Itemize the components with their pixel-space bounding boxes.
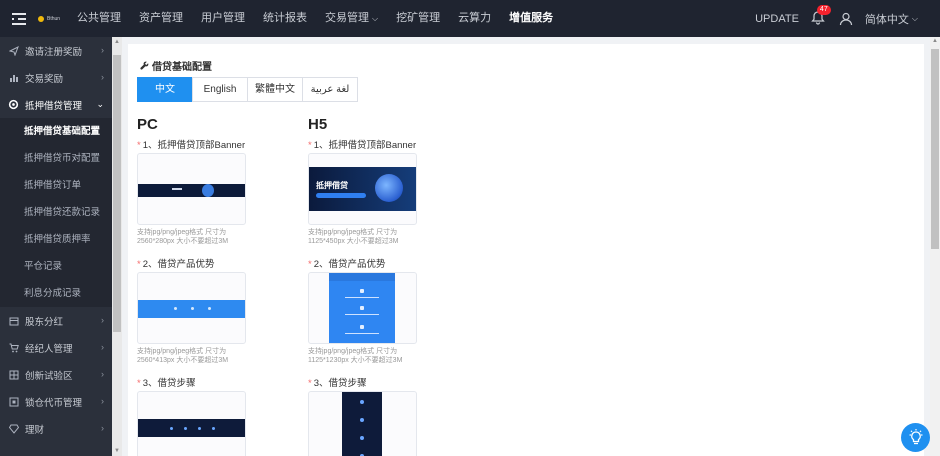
pc-steps-preview bbox=[138, 419, 245, 437]
sidebar-item-innovation-zone[interactable]: 创新试验区 › bbox=[0, 361, 112, 388]
diamond-icon bbox=[8, 423, 19, 434]
header-actions: UPDATE 47 简体中文 ⌵ bbox=[755, 0, 940, 37]
notification-bell[interactable]: 47 bbox=[811, 4, 831, 27]
sidebar-subitem-liquidation[interactable]: 平仓记录 bbox=[0, 253, 112, 280]
chevron-right-icon: › bbox=[101, 342, 104, 352]
pc-steps-upload[interactable] bbox=[137, 391, 246, 456]
chevron-right-icon: › bbox=[101, 45, 104, 55]
h5-advantage-field: * 2、借贷产品优势 支持jpg/png/jpeg格式 尺寸为1125*1230p… bbox=[308, 256, 418, 365]
language-tabs: 中文 English 繁體中文 لغة عربية bbox=[137, 77, 358, 102]
sidebar-subitem-pair-config[interactable]: 抵押借贷币对配置 bbox=[0, 145, 112, 172]
nav-item-users[interactable]: 用户管理 bbox=[192, 0, 254, 37]
scroll-up-icon[interactable]: ▲ bbox=[114, 39, 120, 45]
menu-toggle-icon[interactable] bbox=[0, 0, 38, 37]
cart-icon bbox=[8, 342, 19, 353]
logo-text: Bthun bbox=[47, 15, 61, 22]
scroll-up-icon[interactable]: ▲ bbox=[932, 38, 938, 44]
top-navbar: Bthun 公共管理 资产管理 用户管理 统计报表 交易管理 ⌵ 挖矿管理 云算力… bbox=[0, 0, 940, 37]
notification-badge: 47 bbox=[816, 4, 831, 15]
send-icon bbox=[8, 45, 19, 56]
lightbulb-icon bbox=[909, 428, 922, 444]
h5-advantage-upload[interactable] bbox=[308, 272, 417, 344]
scroll-down-icon[interactable]: ▼ bbox=[114, 448, 120, 454]
chevron-right-icon: › bbox=[101, 315, 104, 325]
h5-banner-upload[interactable]: 抵押借贷 bbox=[308, 153, 417, 225]
nav-item-reports[interactable]: 统计报表 bbox=[254, 0, 316, 37]
sidebar-item-locked-tokens[interactable]: 锁仓代币管理 › bbox=[0, 388, 112, 415]
chevron-down-icon: ⌵ bbox=[372, 14, 379, 23]
sidebar-item-collateral-loan[interactable]: 抵押借贷管理 ⌄ bbox=[0, 91, 112, 118]
update-button[interactable]: UPDATE bbox=[755, 13, 799, 25]
grid-icon bbox=[8, 369, 19, 380]
top-nav: 公共管理 资产管理 用户管理 统计报表 交易管理 ⌵ 挖矿管理 云算力 增值服务 bbox=[68, 0, 562, 37]
tab-zh-tw[interactable]: 繁體中文 bbox=[247, 77, 303, 102]
chevron-right-icon: › bbox=[101, 423, 104, 433]
user-icon[interactable] bbox=[839, 12, 853, 26]
help-button[interactable] bbox=[901, 423, 930, 452]
h5-advantage-preview bbox=[329, 273, 395, 343]
lock-icon bbox=[8, 396, 19, 407]
h5-steps-upload[interactable] bbox=[308, 391, 417, 456]
tab-arabic[interactable]: لغة عربية bbox=[302, 77, 358, 102]
upload-hint: 支持jpg/png/jpeg格式 尺寸为2560*280px 大小不要超过3M bbox=[137, 229, 229, 245]
page-title: 借贷基础配置 bbox=[140, 58, 212, 73]
h5-banner-field: * 1、抵押借贷顶部Banner 抵押借贷 支持jpg/png/jpeg格式 尺寸… bbox=[308, 140, 417, 245]
pc-banner-upload[interactable] bbox=[137, 153, 246, 225]
chevron-right-icon: › bbox=[101, 369, 104, 379]
chevron-right-icon: › bbox=[101, 72, 104, 82]
pc-advantage-field: * 2、借贷产品优势 支持jpg/png/jpeg格式 尺寸为2560*413px… bbox=[137, 256, 247, 365]
wrench-icon bbox=[140, 61, 149, 70]
bar-chart-icon bbox=[8, 72, 19, 83]
main-content: 借贷基础配置 中文 English 繁體中文 لغة عربية PC * 1、抵… bbox=[122, 37, 930, 456]
sidebar-subitem-interest-share[interactable]: 利息分成记录 bbox=[0, 280, 112, 307]
sidebar-subitem-repayments[interactable]: 抵押借贷还款记录 bbox=[0, 199, 112, 226]
sidebar: 邀请注册奖励 › 交易奖励 › 抵押借贷管理 ⌄ 抵押借贷基础配置 抵押借贷币对… bbox=[0, 37, 112, 456]
pc-banner-preview bbox=[138, 184, 245, 197]
sidebar-item-trade-reward[interactable]: 交易奖励 › bbox=[0, 64, 112, 91]
pc-advantage-preview bbox=[138, 300, 245, 318]
nav-item-trading[interactable]: 交易管理 ⌵ bbox=[316, 0, 387, 37]
sidebar-item-wealth[interactable]: 理财 › bbox=[0, 415, 112, 442]
pc-steps-field: * 3、借贷步骤 bbox=[137, 375, 247, 456]
sidebar-item-brokers[interactable]: 经纪人管理 › bbox=[0, 334, 112, 361]
sidebar-item-dividends[interactable]: 股东分红 › bbox=[0, 307, 112, 334]
logo-icon bbox=[38, 15, 44, 22]
sidebar-scrollbar[interactable]: ▲ ▼ bbox=[112, 37, 122, 456]
pc-column: PC * 1、抵押借贷顶部Banner 支持jpg/png/jpeg格式 尺寸为2… bbox=[137, 116, 247, 456]
upload-hint: 支持jpg/png/jpeg格式 尺寸为1125*450px 大小不要超过3M bbox=[308, 229, 399, 245]
main-scroll-thumb[interactable] bbox=[931, 49, 939, 249]
tab-zh-cn[interactable]: 中文 bbox=[137, 77, 193, 102]
brand-logo[interactable]: Bthun bbox=[38, 15, 66, 22]
pc-advantage-upload[interactable] bbox=[137, 272, 246, 344]
h5-banner-preview: 抵押借贷 bbox=[309, 167, 416, 211]
box-icon bbox=[8, 315, 19, 326]
sidebar-item-invite-reward[interactable]: 邀请注册奖励 › bbox=[0, 37, 112, 64]
sidebar-subitem-pledge-rate[interactable]: 抵押借贷质押率 bbox=[0, 226, 112, 253]
pc-banner-field: * 1、抵押借贷顶部Banner 支持jpg/png/jpeg格式 尺寸为2560… bbox=[137, 140, 246, 245]
main-scrollbar[interactable]: ▲ bbox=[930, 37, 940, 456]
sidebar-subitem-orders[interactable]: 抵押借贷订单 bbox=[0, 172, 112, 199]
pc-heading: PC bbox=[137, 116, 158, 133]
upload-hint: 支持jpg/png/jpeg格式 尺寸为1125*1230px 大小不要超过3M bbox=[308, 348, 403, 364]
nav-item-mining[interactable]: 挖矿管理 bbox=[387, 0, 449, 37]
h5-column: H5 * 1、抵押借贷顶部Banner 抵押借贷 支持jpg/png/jpeg格式… bbox=[308, 116, 418, 456]
language-selector[interactable]: 简体中文 ⌵ bbox=[865, 11, 918, 27]
nav-item-value-added[interactable]: 增值服务 bbox=[500, 0, 562, 37]
gear-icon bbox=[8, 99, 19, 110]
h5-steps-field: * 3、借贷步骤 bbox=[308, 375, 418, 456]
tab-english[interactable]: English bbox=[192, 77, 248, 102]
config-card: 借贷基础配置 中文 English 繁體中文 لغة عربية PC * 1、抵… bbox=[128, 44, 924, 456]
chevron-right-icon: › bbox=[101, 396, 104, 406]
h5-heading: H5 bbox=[308, 116, 328, 133]
upload-hint: 支持jpg/png/jpeg格式 尺寸为2560*413px 大小不要超过3M bbox=[137, 348, 229, 364]
chevron-down-icon: ⌵ bbox=[911, 13, 918, 23]
chevron-down-icon: ⌄ bbox=[96, 99, 104, 109]
sidebar-scroll-thumb[interactable] bbox=[113, 55, 121, 332]
nav-item-assets[interactable]: 资产管理 bbox=[130, 0, 192, 37]
nav-item-public[interactable]: 公共管理 bbox=[68, 0, 130, 37]
nav-item-cloud-power[interactable]: 云算力 bbox=[449, 0, 500, 37]
sidebar-subitem-base-config[interactable]: 抵押借贷基础配置 bbox=[0, 118, 112, 145]
h5-steps-preview bbox=[342, 392, 382, 456]
